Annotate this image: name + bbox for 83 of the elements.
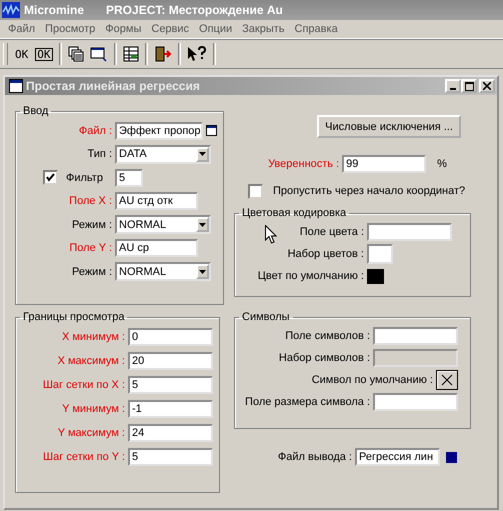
field-label: Набор цветов : (288, 248, 364, 260)
close-button[interactable] (479, 79, 495, 93)
field-label: Тип : (86, 148, 112, 160)
checkbox[interactable] (248, 184, 263, 198)
field-label: X максимум : (56, 355, 125, 367)
group-title: Границы просмотра (22, 311, 126, 323)
input-field[interactable]: 5 (128, 376, 213, 394)
dropdown[interactable]: NORMAL (115, 215, 211, 234)
dropdown-arrow-icon (199, 222, 206, 227)
menu-item[interactable]: Формы (100, 23, 146, 35)
color-swatch[interactable] (446, 452, 457, 462)
help-pointer-icon[interactable] (186, 46, 206, 62)
input-field[interactable]: -1 (128, 400, 213, 418)
window-icon (9, 79, 23, 93)
field-label: Y максимум : (56, 427, 125, 439)
input-field[interactable] (373, 327, 458, 345)
input-field[interactable]: 0 (128, 328, 213, 346)
field-label: Набор символов : (278, 352, 370, 364)
field-label: Уверенность : (268, 158, 340, 170)
input-field[interactable]: Эффект пропор (115, 122, 203, 140)
window-icon[interactable] (90, 46, 108, 62)
close-icon (483, 82, 491, 90)
input-field[interactable]: AU стд отк (115, 192, 198, 210)
field-label: Поле Y : (68, 242, 112, 254)
field-label: Режим : (70, 266, 112, 278)
app-name: Micromine (24, 3, 84, 17)
window-icon[interactable] (206, 125, 217, 136)
symbol-button[interactable] (436, 370, 458, 390)
menu-item[interactable]: Опции (194, 23, 238, 35)
mouse-cursor-icon (265, 225, 277, 244)
field-label: Цвет по умолчанию : (258, 270, 364, 282)
dropdown-arrow-icon (199, 270, 206, 274)
menu-item[interactable]: Справка (290, 23, 343, 35)
dialog-title: Простая линейная регрессия (26, 79, 201, 93)
exit-door-icon[interactable] (154, 46, 172, 62)
logo-icon (2, 2, 20, 18)
menu-item[interactable]: Просмотр (40, 23, 100, 35)
menu-item[interactable]: Файл (3, 23, 40, 35)
field-label: X минимум : (60, 331, 125, 343)
field-label: Поле размера символа : (245, 396, 370, 408)
field-label: Поле символов : (285, 330, 370, 342)
input-field[interactable]: 5 (128, 448, 213, 466)
field-label: Шаг сетки по X : (42, 379, 125, 391)
input-field[interactable]: Регрессия лин (355, 448, 440, 466)
field-label: Шаг сетки по Y : (42, 451, 125, 463)
field-label: Файл : (78, 124, 112, 137)
group-title: Символы (241, 311, 291, 323)
menu-item[interactable]: Сервис (146, 23, 194, 35)
field-label: Режим : (70, 218, 112, 231)
field-label: Поле цвета : (300, 226, 364, 238)
field-label: Символ по умолчанию : (312, 374, 433, 386)
field-label: Файл вывода : (278, 451, 352, 463)
cross-icon (441, 374, 453, 386)
dropdown-arrow-icon (199, 152, 206, 156)
menu-item[interactable]: Закрыть (237, 23, 290, 35)
exclusions-button[interactable]: Числовые исключения ... (317, 115, 461, 138)
input-field[interactable]: AU ср (115, 239, 198, 258)
input-field[interactable] (367, 223, 452, 241)
input-field[interactable]: 24 (128, 424, 213, 442)
field-label: Поле X : (68, 195, 112, 208)
group-title: Ввод (22, 105, 50, 117)
checkbox-label: Фильтр (66, 172, 104, 184)
input-field[interactable]: 20 (128, 352, 213, 370)
minimize-button[interactable] (445, 79, 461, 93)
input-field[interactable] (373, 393, 458, 411)
ok-button[interactable]: OK (35, 48, 52, 60)
dropdown[interactable]: NORMAL (115, 262, 211, 282)
dropdown[interactable]: DATA (115, 144, 211, 164)
group-title: Цветовая кодировка (241, 207, 348, 219)
checkbox[interactable] (43, 170, 58, 186)
field-label: Y минимум : (61, 403, 125, 415)
color-swatch[interactable] (367, 268, 384, 284)
input-field[interactable]: 5 (115, 168, 143, 187)
windows-icon[interactable] (68, 46, 84, 62)
maximize-button[interactable] (461, 79, 477, 93)
unit-label: % (437, 158, 447, 170)
table-icon[interactable] (122, 46, 138, 62)
ok-button[interactable]: OK (14, 48, 30, 60)
maximize-icon (464, 82, 474, 90)
checkbox-label: Пропустить через начало координат? (273, 185, 466, 197)
input-field[interactable]: 99 (342, 155, 426, 173)
project-title: PROJECT: Месторождение Au (106, 3, 283, 17)
input-field[interactable] (367, 244, 393, 264)
